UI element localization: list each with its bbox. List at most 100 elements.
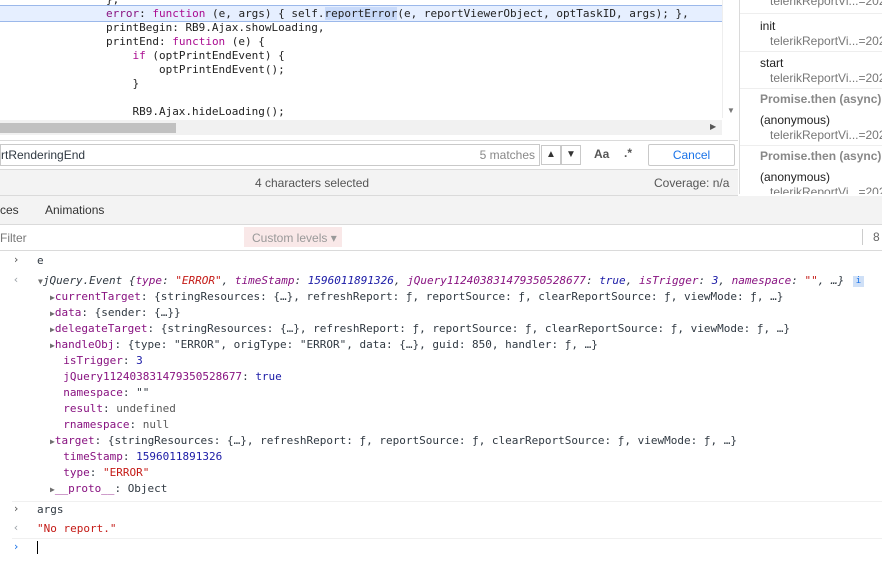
property-value: {sender: {…}} — [94, 306, 181, 319]
object-property-row: rnamespace: null — [63, 418, 170, 431]
property-value: {stringResources: {…}, refreshReport: ƒ,… — [160, 322, 790, 335]
log-levels-dropdown[interactable]: Custom levels ▾ — [244, 227, 342, 247]
console-filter-input[interactable]: Filter — [0, 227, 242, 247]
call-frame-location[interactable]: telerikReportVi...=202 — [770, 71, 882, 85]
console-toolbar: Filter Custom levels ▾ 8 — [0, 225, 882, 251]
info-icon[interactable]: i — [853, 276, 864, 287]
property-key: __proto__ — [54, 482, 115, 495]
code-line: optPrintEndEvent(); — [158, 63, 285, 76]
property-value: {stringResources: {…}, refreshReport: ƒ,… — [154, 290, 784, 303]
property-key: namespace — [63, 386, 123, 399]
object-property-row[interactable]: ▶handleObj: {type: "ERROR", origType: "E… — [50, 337, 882, 354]
levels-label: Custom levels ▾ — [252, 231, 337, 245]
object-property-row[interactable]: ▶delegateTarget: {stringResources: {…}, … — [50, 321, 882, 338]
summary-jquery-key: jQuery112403831479350528677 — [407, 274, 586, 287]
call-frame-location[interactable]: telerikReportVi...=202 — [770, 34, 882, 48]
async-boundary-label: Promise.then (async) — [760, 92, 882, 106]
match-case-toggle[interactable]: Aa — [594, 147, 609, 161]
summary-jquery-value: true — [599, 274, 626, 287]
property-value: "ERROR" — [103, 466, 150, 479]
call-frame-name[interactable]: start — [760, 56, 783, 70]
previous-match-button[interactable]: ▲ — [541, 145, 561, 165]
input-prompt-icon: › — [12, 502, 20, 515]
match-count: 5 matches — [479, 148, 535, 162]
property-key: currentTarget — [54, 290, 141, 303]
property-value: "" — [136, 386, 150, 399]
code-line: if (optPrintEndEvent) { — [132, 49, 285, 62]
property-key: result — [63, 402, 103, 415]
chevron-down-icon: ▼ — [566, 149, 576, 160]
event-class-name: jQuery.Event — [42, 274, 123, 287]
property-key: delegateTarget — [54, 322, 148, 335]
filter-placeholder: Filter — [0, 231, 27, 245]
tab-animations[interactable]: Animations — [45, 203, 104, 217]
summary-namespace-value: "" — [804, 274, 818, 287]
object-property-row[interactable]: ▶target: {stringResources: {…}, refreshR… — [50, 433, 882, 450]
property-key: rnamespace — [63, 418, 130, 431]
toolbar-divider — [862, 229, 863, 245]
event-summary-row[interactable]: ▼jQuery.Event {type: "ERROR", timeStamp:… — [38, 273, 882, 290]
selection-status: 4 characters selected — [255, 176, 370, 190]
property-value: Object — [127, 482, 168, 495]
code-line: printEnd: function (e) { — [105, 35, 265, 48]
frame-divider — [740, 88, 882, 89]
object-property-row: jQuery112403831479350528677: true — [63, 370, 282, 383]
property-key: isTrigger — [63, 354, 123, 367]
message-divider — [12, 538, 882, 539]
frame-divider — [740, 145, 882, 146]
object-property-row: namespace: "" — [63, 386, 150, 399]
selected-search-match[interactable]: reportError — [324, 7, 398, 20]
object-property-row[interactable]: ▶data: {sender: {…}} — [50, 305, 882, 322]
result-arrow-icon: ‹ — [12, 273, 20, 286]
code-line: RB9.Ajax.hideLoading(); — [132, 105, 285, 118]
search-query-text: rtRenderingEnd — [1, 148, 86, 162]
next-match-button[interactable]: ▼ — [561, 145, 581, 165]
horizontal-scroll-thumb[interactable] — [0, 123, 176, 133]
call-frame-name[interactable]: (anonymous) — [760, 113, 830, 127]
property-key: data — [54, 306, 82, 319]
console-input-line: args — [37, 503, 64, 516]
call-frame-name[interactable]: init — [760, 19, 775, 33]
summary-type-value: "ERROR" — [175, 274, 222, 287]
object-property-row[interactable]: ▶__proto__: Object — [50, 481, 882, 498]
console-messages: › e ‹ ▼jQuery.Event {type: "ERROR", time… — [0, 251, 882, 562]
summary-istrigger-value: 3 — [711, 274, 719, 287]
object-property-row: result: undefined — [63, 402, 176, 415]
call-frame-location[interactable]: telerikReportVi...=202 — [770, 185, 882, 194]
property-value: {stringResources: {…}, refreshReport: ƒ,… — [107, 434, 737, 447]
object-property-row: type: "ERROR" — [63, 466, 150, 479]
frame-divider — [740, 51, 882, 52]
property-key: jQuery112403831479350528677 — [63, 370, 243, 383]
property-value: undefined — [116, 402, 176, 415]
code-horizontal-scrollbar[interactable]: ▶ — [0, 120, 722, 135]
scroll-down-arrow-icon[interactable]: ▼ — [727, 106, 735, 115]
code-line: } — [132, 77, 140, 90]
tab-sources-partial[interactable]: ces — [0, 203, 19, 217]
source-code-view[interactable]: }, error: function (e, args) { self.repo… — [0, 0, 722, 118]
editor-status-bar: 4 characters selected Coverage: n/a — [0, 170, 738, 196]
hidden-messages-count[interactable]: 8 — [873, 230, 880, 244]
coverage-status[interactable]: Coverage: n/a — [654, 176, 729, 190]
call-frame-name[interactable]: (anonymous) — [760, 170, 830, 184]
code-line: printBegin: RB9.Ajax.showLoading, — [105, 21, 325, 34]
property-key: timeStamp — [63, 450, 123, 463]
search-input[interactable]: rtRenderingEnd 5 matches — [0, 144, 540, 166]
console-input-caret[interactable] — [37, 541, 38, 554]
async-boundary-label: Promise.then (async) — [760, 149, 882, 163]
scroll-right-arrow-icon[interactable]: ▶ — [710, 122, 716, 131]
call-frame-location[interactable]: telerikReportVi...=202 — [770, 128, 882, 142]
console-input-line: e — [37, 254, 44, 267]
result-arrow-icon: ‹ — [12, 521, 20, 534]
search-bar: rtRenderingEnd 5 matches ▲ ▼ Aa .* Cance… — [0, 140, 738, 170]
frame-divider — [740, 13, 882, 14]
call-frame-location[interactable]: telerikReportVi...=202 — [770, 0, 882, 8]
console-output-value: "No report." — [37, 522, 117, 535]
regex-toggle[interactable]: .* — [624, 146, 632, 160]
object-property-row[interactable]: ▶currentTarget: {stringResources: {…}, r… — [50, 289, 882, 306]
object-property-row: isTrigger: 3 — [63, 354, 143, 367]
chevron-up-icon: ▲ — [546, 149, 556, 160]
property-value: null — [142, 418, 170, 431]
drawer-tab-strip: ces Animations — [0, 196, 882, 225]
code-vertical-scrollbar[interactable]: ▼ — [722, 0, 739, 118]
cancel-search-button[interactable]: Cancel — [648, 144, 735, 166]
